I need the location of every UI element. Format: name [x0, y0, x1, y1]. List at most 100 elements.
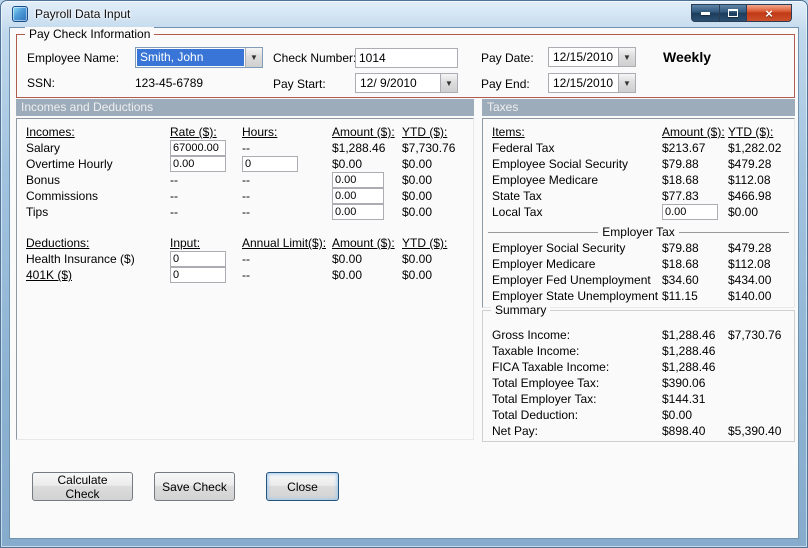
income-row-commissions: Commissions -- -- $0.00 — [17, 188, 473, 204]
incomes-header-row: Incomes: Rate ($): Hours: Amount ($): YT… — [17, 124, 473, 140]
health-insurance-input[interactable] — [170, 251, 226, 267]
tax-row-employer-medicare: Employer Medicare $18.68 $112.08 — [483, 256, 794, 272]
income-hours: -- — [242, 189, 250, 203]
deduction-amount: $0.00 — [332, 252, 363, 266]
pay-frequency-label: Weekly — [663, 49, 711, 65]
income-row-salary: Salary -- $1,288.46 $7,730.76 — [17, 140, 473, 156]
commissions-amount-input[interactable] — [332, 188, 384, 204]
401k-link[interactable]: 401K ($) — [17, 268, 170, 282]
tax-amount: $18.68 — [662, 257, 699, 271]
bonus-amount-input[interactable] — [332, 172, 384, 188]
income-label: Commissions — [26, 189, 99, 203]
tax-label: Employer Social Security — [492, 241, 626, 255]
maximize-icon — [728, 9, 738, 17]
titlebar[interactable]: Payroll Data Input — [1, 1, 807, 27]
rate-col-header: Rate ($): — [170, 125, 217, 139]
ytd-col-header: YTD ($): — [728, 125, 774, 139]
deduction-limit: -- — [242, 268, 250, 282]
deduction-ytd: $0.00 — [402, 268, 433, 282]
close-button[interactable]: × — [747, 4, 792, 22]
tax-amount: $79.88 — [662, 241, 699, 255]
tips-amount-input[interactable] — [332, 204, 384, 220]
pay-date-datepicker[interactable]: 12/15/2010 ▼ — [548, 47, 636, 67]
summary-amount: $1,288.46 — [662, 360, 716, 374]
taxes-header-row: Items: Amount ($): YTD ($): — [483, 124, 794, 140]
income-row-tips: Tips -- -- $0.00 — [17, 204, 473, 220]
chevron-down-icon[interactable]: ▼ — [440, 74, 457, 92]
app-icon[interactable] — [12, 6, 28, 22]
tax-label: Employer Fed Unemployment — [492, 273, 651, 287]
income-ytd: $0.00 — [402, 157, 433, 171]
income-rate: -- — [170, 173, 178, 187]
close-check-button[interactable]: Close — [266, 472, 339, 501]
income-ytd: $0.00 — [402, 173, 433, 187]
summary-label: Total Employee Tax: — [492, 376, 600, 390]
income-ytd: $0.00 — [402, 189, 433, 203]
minimize-button[interactable] — [691, 4, 720, 22]
deductions-header-row: Deductions: Input: Annual Limit($): Amou… — [17, 235, 473, 251]
deduction-row-health-insurance: Health Insurance ($) -- $0.00 $0.00 — [17, 251, 473, 267]
tax-label: Local Tax — [492, 205, 543, 219]
income-ytd: $7,730.76 — [402, 141, 456, 155]
overtime-hours-input[interactable] — [242, 156, 298, 172]
close-icon: × — [765, 5, 773, 21]
incomes-col-header: Incomes: — [26, 125, 75, 139]
pay-start-datepicker[interactable]: 12/ 9/2010 ▼ — [355, 73, 458, 93]
summary-row-net-pay: Net Pay: $898.40 $5,390.40 — [483, 423, 794, 439]
summary-label: Taxable Income: — [492, 344, 580, 358]
income-label: Overtime Hourly — [26, 157, 113, 171]
summary-ytd: $7,730.76 — [728, 328, 782, 342]
tax-ytd: $1,282.02 — [728, 141, 782, 155]
maximize-button[interactable] — [720, 4, 747, 22]
tax-ytd: $434.00 — [728, 273, 772, 287]
tax-amount: $79.88 — [662, 157, 699, 171]
pay-date-label: Pay Date: — [481, 51, 534, 65]
employee-name-combobox[interactable]: Smith, John ▼ — [135, 47, 263, 68]
amount-col-header: Amount ($): — [332, 236, 395, 250]
chevron-down-icon[interactable]: ▼ — [618, 74, 635, 92]
deduction-ytd: $0.00 — [402, 252, 433, 266]
input-col-header: Input: — [170, 236, 201, 250]
tax-ytd: $112.08 — [728, 173, 771, 187]
calculate-check-button[interactable]: Calculate Check — [32, 472, 133, 501]
local-tax-input[interactable] — [662, 204, 718, 220]
summary-label: Gross Income: — [492, 328, 571, 342]
tax-amount: $18.68 — [662, 173, 699, 187]
tax-label: Federal Tax — [492, 141, 555, 155]
salary-rate-input[interactable] — [170, 140, 226, 156]
income-hours: -- — [242, 173, 250, 187]
chevron-down-icon[interactable]: ▼ — [245, 48, 262, 67]
401k-input[interactable] — [170, 267, 226, 283]
deductions-col-header: Deductions: — [26, 236, 90, 250]
summary-ytd: $5,390.40 — [728, 424, 782, 438]
employee-name-label: Employee Name: — [27, 51, 120, 65]
income-label: Salary — [26, 141, 61, 155]
tax-amount: $11.15 — [662, 289, 698, 303]
employer-tax-divider-label: Employer Tax — [602, 225, 675, 239]
chevron-down-icon[interactable]: ▼ — [618, 48, 635, 66]
tax-ytd: $466.98 — [728, 189, 772, 203]
check-number-input[interactable] — [355, 48, 458, 68]
summary-group-label: Summary — [491, 303, 551, 317]
income-amount: $0.00 — [332, 157, 363, 171]
tax-ytd: $0.00 — [728, 205, 759, 219]
pay-end-datepicker[interactable]: 12/15/2010 ▼ — [548, 73, 636, 93]
minimize-icon — [701, 11, 710, 15]
incomes-deductions-panel: Incomes: Rate ($): Hours: Amount ($): YT… — [16, 118, 474, 440]
summary-label: Total Deduction: — [492, 408, 579, 422]
tax-row-employer-ss: Employer Social Security $79.88 $479.28 — [483, 240, 794, 256]
tax-row-federal: Federal Tax $213.67 $1,282.02 — [483, 140, 794, 156]
summary-label: Net Pay: — [492, 424, 539, 438]
window-title: Payroll Data Input — [35, 7, 131, 21]
tax-ytd: $112.08 — [728, 257, 771, 271]
tax-label: State Tax — [492, 189, 542, 203]
summary-row-fica: FICA Taxable Income: $1,288.46 — [483, 359, 794, 375]
overtime-rate-input[interactable] — [170, 156, 226, 172]
client-area: Pay Check Information Employee Name: Smi… — [9, 27, 799, 539]
tax-row-state: State Tax $77.83 $466.98 — [483, 188, 794, 204]
income-hours: -- — [242, 205, 250, 219]
income-row-bonus: Bonus -- -- $0.00 — [17, 172, 473, 188]
save-check-button[interactable]: Save Check — [154, 472, 235, 501]
ssn-label: SSN: — [27, 76, 56, 90]
ssn-value: 123-45-6789 — [135, 76, 204, 90]
